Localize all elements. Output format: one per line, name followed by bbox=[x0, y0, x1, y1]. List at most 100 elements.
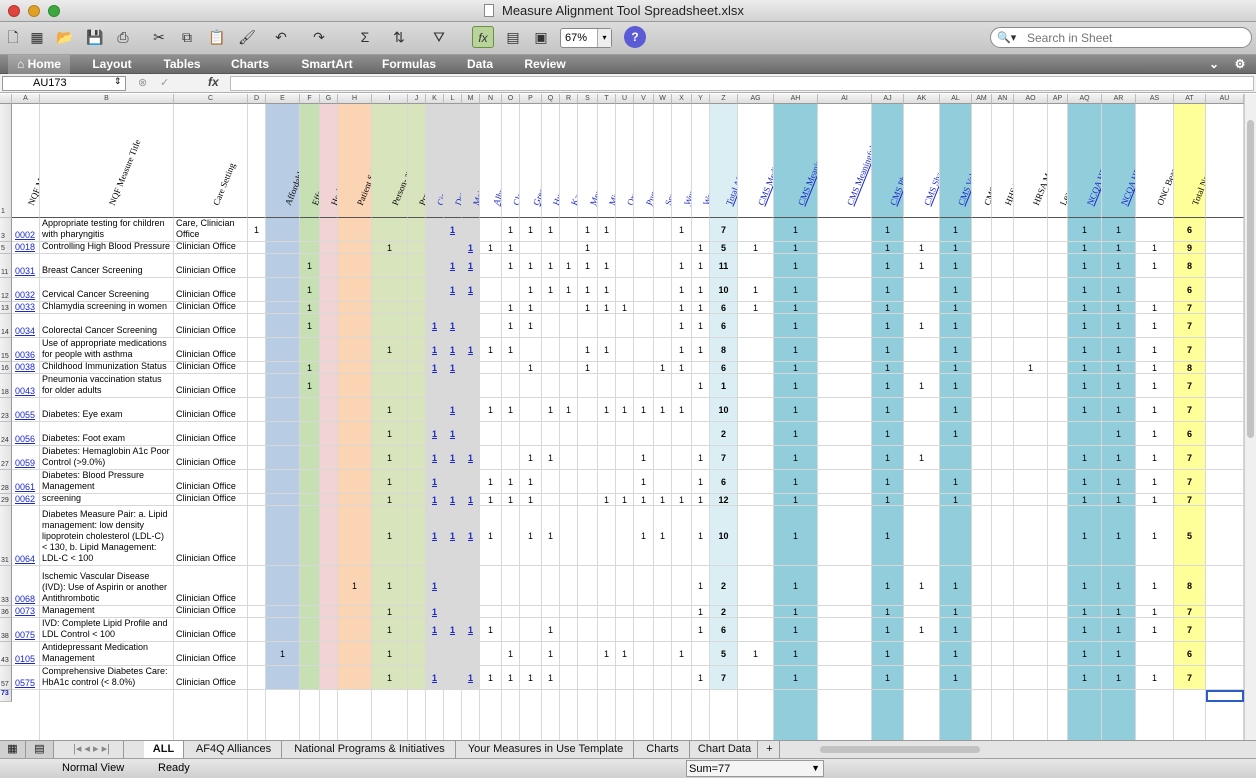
cell-y[interactable]: 1 bbox=[692, 470, 710, 494]
column-header-ai[interactable]: AI bbox=[818, 94, 872, 104]
cell-at[interactable]: 6 bbox=[1174, 218, 1206, 242]
column-header-w[interactable]: W bbox=[654, 94, 672, 104]
cell-as[interactable]: 1 bbox=[1136, 254, 1174, 278]
cell-aq[interactable]: 1 bbox=[1068, 446, 1102, 470]
cell-k[interactable]: 1 bbox=[426, 314, 444, 338]
cell-aq[interactable]: 1 bbox=[1068, 642, 1102, 666]
cell-o[interactable] bbox=[502, 374, 520, 398]
minimize-window-button[interactable] bbox=[28, 5, 40, 17]
cell-ai[interactable] bbox=[818, 506, 872, 566]
cell-au[interactable] bbox=[1206, 362, 1244, 374]
cell-w[interactable]: 1 bbox=[654, 362, 672, 374]
cell-ak[interactable] bbox=[904, 422, 940, 446]
cell-as[interactable]: 1 bbox=[1136, 666, 1174, 690]
cell-t[interactable] bbox=[598, 618, 616, 642]
cell-am[interactable] bbox=[972, 642, 992, 666]
empty-cell-r[interactable] bbox=[560, 690, 578, 740]
header-cell-as[interactable]: ONC Beacon (In use by at least 1 Beacon … bbox=[1136, 104, 1174, 218]
header-cell-t[interactable]: Minnesota AF4Q bbox=[598, 104, 616, 218]
cell-l[interactable] bbox=[444, 470, 462, 494]
cell-y[interactable] bbox=[692, 398, 710, 422]
measure-code-link[interactable]: 0059 bbox=[15, 458, 35, 468]
cell-h[interactable] bbox=[338, 642, 372, 666]
row-number[interactable]: 1 bbox=[0, 104, 12, 218]
cell-p[interactable] bbox=[520, 338, 542, 362]
cell-ar[interactable]: 1 bbox=[1102, 470, 1136, 494]
cell-m[interactable] bbox=[462, 374, 480, 398]
cell-ak[interactable] bbox=[904, 338, 940, 362]
cell-p[interactable]: 1 bbox=[520, 470, 542, 494]
cell-ag[interactable] bbox=[738, 446, 774, 470]
cell-ah[interactable]: 1 bbox=[774, 338, 818, 362]
column-header-ao[interactable]: AO bbox=[1014, 94, 1048, 104]
cell-l[interactable]: 1 bbox=[444, 398, 462, 422]
cell-am[interactable] bbox=[972, 302, 992, 314]
cell-h[interactable] bbox=[338, 314, 372, 338]
cell-ap[interactable] bbox=[1048, 218, 1068, 242]
cell-v[interactable] bbox=[634, 302, 654, 314]
cell-l[interactable] bbox=[444, 606, 462, 618]
cell-at[interactable]: 6 bbox=[1174, 422, 1206, 446]
cell-d[interactable] bbox=[248, 566, 266, 606]
cell-ak[interactable] bbox=[904, 642, 940, 666]
cell-ar[interactable]: 1 bbox=[1102, 494, 1136, 506]
cell-v[interactable] bbox=[634, 242, 654, 254]
cell-v[interactable] bbox=[634, 314, 654, 338]
cell-aj[interactable]: 1 bbox=[872, 398, 904, 422]
cell-as[interactable]: 1 bbox=[1136, 422, 1174, 446]
cell-am[interactable] bbox=[972, 666, 992, 690]
cell-aq[interactable]: 1 bbox=[1068, 254, 1102, 278]
cell-e[interactable] bbox=[266, 374, 300, 398]
cell-ao[interactable] bbox=[1014, 566, 1048, 606]
row-number[interactable]: 28 bbox=[0, 470, 12, 494]
row-number[interactable]: 16 bbox=[0, 362, 12, 374]
cell-aj[interactable]: 1 bbox=[872, 302, 904, 314]
header-cell-e[interactable]: Affordable Care bbox=[266, 104, 300, 218]
cell-e[interactable] bbox=[266, 278, 300, 302]
formula-input[interactable] bbox=[230, 76, 1254, 91]
cell-ar[interactable]: 1 bbox=[1102, 338, 1136, 362]
cell-an[interactable] bbox=[992, 494, 1014, 506]
cell-ao[interactable] bbox=[1014, 374, 1048, 398]
cell-ar[interactable]: 1 bbox=[1102, 446, 1136, 470]
cell-p[interactable] bbox=[520, 566, 542, 606]
cell-ar[interactable]: 1 bbox=[1102, 606, 1136, 618]
empty-cell-u[interactable] bbox=[616, 690, 634, 740]
cell-r[interactable] bbox=[560, 338, 578, 362]
row-number[interactable]: 18 bbox=[0, 374, 12, 398]
cell-u[interactable] bbox=[616, 506, 634, 566]
cell-c[interactable]: Clinician Office bbox=[174, 422, 248, 446]
cell-aj[interactable]: 1 bbox=[872, 470, 904, 494]
cell-u[interactable] bbox=[616, 618, 634, 642]
empty-cell-ar[interactable] bbox=[1102, 690, 1136, 740]
cell-ar[interactable]: 1 bbox=[1102, 314, 1136, 338]
cell-ah[interactable]: 1 bbox=[774, 374, 818, 398]
column-header-u[interactable]: U bbox=[616, 94, 634, 104]
cell-o[interactable]: 1 bbox=[502, 242, 520, 254]
cell-an[interactable] bbox=[992, 422, 1014, 446]
cell-ah[interactable]: 1 bbox=[774, 314, 818, 338]
cell-r[interactable] bbox=[560, 494, 578, 506]
cell-ah[interactable]: 1 bbox=[774, 506, 818, 566]
cell-ak[interactable]: 1 bbox=[904, 242, 940, 254]
header-cell-an[interactable]: HHS Hospital Compare bbox=[992, 104, 1014, 218]
header-cell-v[interactable]: Puget Sound, WA AF4Q bbox=[634, 104, 654, 218]
column-header-p[interactable]: P bbox=[520, 94, 542, 104]
empty-cell-b[interactable] bbox=[40, 690, 174, 740]
cell-d[interactable] bbox=[248, 666, 266, 690]
cell-at[interactable]: 8 bbox=[1174, 362, 1206, 374]
cell-w[interactable] bbox=[654, 254, 672, 278]
cell-aq[interactable]: 1 bbox=[1068, 618, 1102, 642]
cell-b[interactable]: Diabetes: Urine protein screening bbox=[40, 494, 174, 506]
cell-n[interactable] bbox=[480, 302, 502, 314]
cell-k[interactable]: 1 bbox=[426, 470, 444, 494]
header-cell-o[interactable]: Cleveland AF4Q bbox=[502, 104, 520, 218]
cell-an[interactable] bbox=[992, 302, 1014, 314]
cell-t[interactable] bbox=[598, 506, 616, 566]
cell-aq[interactable]: 1 bbox=[1068, 302, 1102, 314]
cell-n[interactable] bbox=[480, 374, 502, 398]
cell-z[interactable]: 5 bbox=[710, 242, 738, 254]
cell-c[interactable]: Clinician Office bbox=[174, 374, 248, 398]
cell-k[interactable] bbox=[426, 254, 444, 278]
cell-h[interactable] bbox=[338, 374, 372, 398]
